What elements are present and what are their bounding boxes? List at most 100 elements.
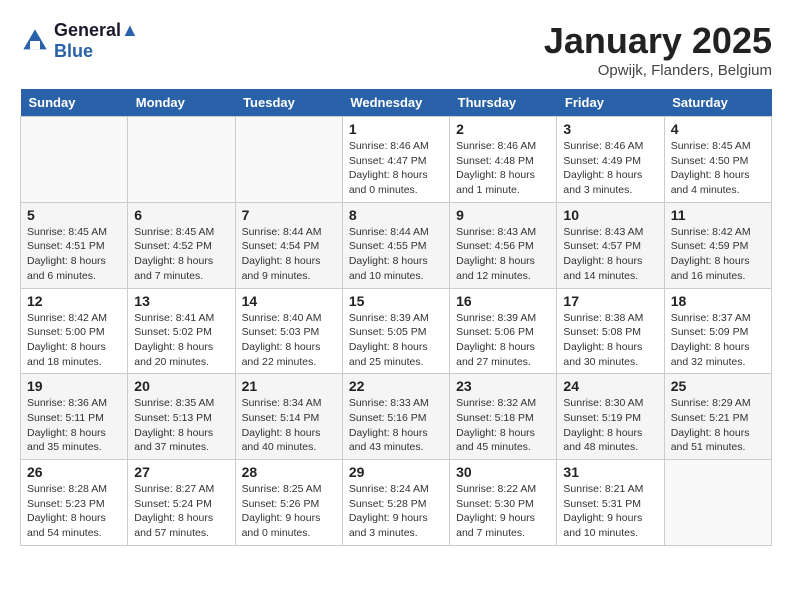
calendar-cell: 13 Sunrise: 8:41 AM Sunset: 5:02 PM Dayli… (128, 288, 235, 374)
day-info: Sunrise: 8:39 AM Sunset: 5:05 PM Dayligh… (349, 311, 443, 370)
day-number: 28 (242, 464, 336, 480)
day-info: Sunrise: 8:43 AM Sunset: 4:57 PM Dayligh… (563, 225, 657, 284)
day-number: 8 (349, 207, 443, 223)
calendar-cell: 21 Sunrise: 8:34 AM Sunset: 5:14 PM Dayli… (235, 374, 342, 460)
week-row-1: 1 Sunrise: 8:46 AM Sunset: 4:47 PM Daylig… (21, 117, 772, 203)
day-number: 2 (456, 121, 550, 137)
calendar-cell: 12Sunrise: 8:42 AM Sunset: 5:00 PM Dayli… (21, 288, 128, 374)
day-number: 29 (349, 464, 443, 480)
calendar-cell (21, 117, 128, 203)
day-info: Sunrise: 8:41 AM Sunset: 5:02 PM Dayligh… (134, 311, 228, 370)
day-info: Sunrise: 8:35 AM Sunset: 5:13 PM Dayligh… (134, 396, 228, 455)
day-number: 23 (456, 378, 550, 394)
day-number: 24 (563, 378, 657, 394)
calendar-title: January 2025 (544, 20, 772, 62)
day-info: Sunrise: 8:46 AM Sunset: 4:49 PM Dayligh… (563, 139, 657, 198)
day-info: Sunrise: 8:24 AM Sunset: 5:28 PM Dayligh… (349, 482, 443, 541)
day-info: Sunrise: 8:42 AM Sunset: 5:00 PM Dayligh… (27, 311, 121, 370)
week-row-2: 5 Sunrise: 8:45 AM Sunset: 4:51 PM Daylig… (21, 202, 772, 288)
calendar-cell: 15Sunrise: 8:39 AM Sunset: 5:05 PM Dayli… (342, 288, 449, 374)
calendar-cell: 22 Sunrise: 8:33 AM Sunset: 5:16 PM Dayli… (342, 374, 449, 460)
day-info: Sunrise: 8:30 AM Sunset: 5:19 PM Dayligh… (563, 396, 657, 455)
calendar-cell: 31 Sunrise: 8:21 AM Sunset: 5:31 PM Dayli… (557, 460, 664, 546)
calendar-cell: 7 Sunrise: 8:44 AM Sunset: 4:54 PM Daylig… (235, 202, 342, 288)
calendar-cell: 14 Sunrise: 8:40 AM Sunset: 5:03 PM Dayli… (235, 288, 342, 374)
day-number: 11 (671, 207, 765, 223)
day-number: 26 (27, 464, 121, 480)
day-info: Sunrise: 8:33 AM Sunset: 5:16 PM Dayligh… (349, 396, 443, 455)
calendar-cell (664, 460, 771, 546)
header-sunday: Sunday (21, 89, 128, 117)
day-info: Sunrise: 8:45 AM Sunset: 4:50 PM Dayligh… (671, 139, 765, 198)
header-friday: Friday (557, 89, 664, 117)
calendar-cell: 3 Sunrise: 8:46 AM Sunset: 4:49 PM Daylig… (557, 117, 664, 203)
day-number: 18 (671, 293, 765, 309)
calendar-cell: 19Sunrise: 8:36 AM Sunset: 5:11 PM Dayli… (21, 374, 128, 460)
day-number: 5 (27, 207, 121, 223)
day-number: 3 (563, 121, 657, 137)
calendar-cell: 1 Sunrise: 8:46 AM Sunset: 4:47 PM Daylig… (342, 117, 449, 203)
calendar-cell: 29 Sunrise: 8:24 AM Sunset: 5:28 PM Dayli… (342, 460, 449, 546)
week-row-5: 26Sunrise: 8:28 AM Sunset: 5:23 PM Dayli… (21, 460, 772, 546)
day-info: Sunrise: 8:29 AM Sunset: 5:21 PM Dayligh… (671, 396, 765, 455)
day-info: Sunrise: 8:46 AM Sunset: 4:47 PM Dayligh… (349, 139, 443, 198)
day-info: Sunrise: 8:38 AM Sunset: 5:08 PM Dayligh… (563, 311, 657, 370)
day-info: Sunrise: 8:43 AM Sunset: 4:56 PM Dayligh… (456, 225, 550, 284)
day-info: Sunrise: 8:42 AM Sunset: 4:59 PM Dayligh… (671, 225, 765, 284)
day-number: 7 (242, 207, 336, 223)
calendar-cell (235, 117, 342, 203)
day-info: Sunrise: 8:44 AM Sunset: 4:54 PM Dayligh… (242, 225, 336, 284)
day-info: Sunrise: 8:25 AM Sunset: 5:26 PM Dayligh… (242, 482, 336, 541)
calendar-cell: 30Sunrise: 8:22 AM Sunset: 5:30 PM Dayli… (450, 460, 557, 546)
calendar-cell: 28 Sunrise: 8:25 AM Sunset: 5:26 PM Dayli… (235, 460, 342, 546)
page-header: General▲ Blue January 2025 Opwijk, Fland… (20, 20, 772, 79)
day-info: Sunrise: 8:21 AM Sunset: 5:31 PM Dayligh… (563, 482, 657, 541)
logo-icon (20, 26, 50, 56)
day-number: 20 (134, 378, 228, 394)
header-tuesday: Tuesday (235, 89, 342, 117)
calendar-cell: 26Sunrise: 8:28 AM Sunset: 5:23 PM Dayli… (21, 460, 128, 546)
calendar-cell: 18Sunrise: 8:37 AM Sunset: 5:09 PM Dayli… (664, 288, 771, 374)
day-number: 4 (671, 121, 765, 137)
day-number: 30 (456, 464, 550, 480)
calendar-table: SundayMondayTuesdayWednesdayThursdayFrid… (20, 89, 772, 546)
day-number: 1 (349, 121, 443, 137)
calendar-cell: 27Sunrise: 8:27 AM Sunset: 5:24 PM Dayli… (128, 460, 235, 546)
calendar-cell: 17 Sunrise: 8:38 AM Sunset: 5:08 PM Dayli… (557, 288, 664, 374)
day-info: Sunrise: 8:34 AM Sunset: 5:14 PM Dayligh… (242, 396, 336, 455)
day-number: 16 (456, 293, 550, 309)
day-number: 21 (242, 378, 336, 394)
day-number: 9 (456, 207, 550, 223)
calendar-cell: 16 Sunrise: 8:39 AM Sunset: 5:06 PM Dayli… (450, 288, 557, 374)
day-number: 19 (27, 378, 121, 394)
header-monday: Monday (128, 89, 235, 117)
calendar-cell: 2 Sunrise: 8:46 AM Sunset: 4:48 PM Daylig… (450, 117, 557, 203)
calendar-cell (128, 117, 235, 203)
calendar-cell: 23Sunrise: 8:32 AM Sunset: 5:18 PM Dayli… (450, 374, 557, 460)
day-number: 14 (242, 293, 336, 309)
calendar-cell: 20 Sunrise: 8:35 AM Sunset: 5:13 PM Dayli… (128, 374, 235, 460)
day-number: 22 (349, 378, 443, 394)
day-number: 25 (671, 378, 765, 394)
day-number: 6 (134, 207, 228, 223)
calendar-cell: 25 Sunrise: 8:29 AM Sunset: 5:21 PM Dayli… (664, 374, 771, 460)
day-info: Sunrise: 8:40 AM Sunset: 5:03 PM Dayligh… (242, 311, 336, 370)
calendar-cell: 5 Sunrise: 8:45 AM Sunset: 4:51 PM Daylig… (21, 202, 128, 288)
day-number: 13 (134, 293, 228, 309)
logo: General▲ Blue (20, 20, 139, 62)
day-info: Sunrise: 8:45 AM Sunset: 4:51 PM Dayligh… (27, 225, 121, 284)
day-info: Sunrise: 8:46 AM Sunset: 4:48 PM Dayligh… (456, 139, 550, 198)
calendar-cell: 11 Sunrise: 8:42 AM Sunset: 4:59 PM Dayli… (664, 202, 771, 288)
day-info: Sunrise: 8:39 AM Sunset: 5:06 PM Dayligh… (456, 311, 550, 370)
day-number: 31 (563, 464, 657, 480)
calendar-subtitle: Opwijk, Flanders, Belgium (544, 62, 772, 79)
day-number: 17 (563, 293, 657, 309)
calendar-cell: 9 Sunrise: 8:43 AM Sunset: 4:56 PM Daylig… (450, 202, 557, 288)
day-info: Sunrise: 8:44 AM Sunset: 4:55 PM Dayligh… (349, 225, 443, 284)
calendar-cell: 8 Sunrise: 8:44 AM Sunset: 4:55 PM Daylig… (342, 202, 449, 288)
day-number: 10 (563, 207, 657, 223)
day-info: Sunrise: 8:45 AM Sunset: 4:52 PM Dayligh… (134, 225, 228, 284)
calendar-cell: 6 Sunrise: 8:45 AM Sunset: 4:52 PM Daylig… (128, 202, 235, 288)
calendar-header-row: SundayMondayTuesdayWednesdayThursdayFrid… (21, 89, 772, 117)
calendar-cell: 4 Sunrise: 8:45 AM Sunset: 4:50 PM Daylig… (664, 117, 771, 203)
